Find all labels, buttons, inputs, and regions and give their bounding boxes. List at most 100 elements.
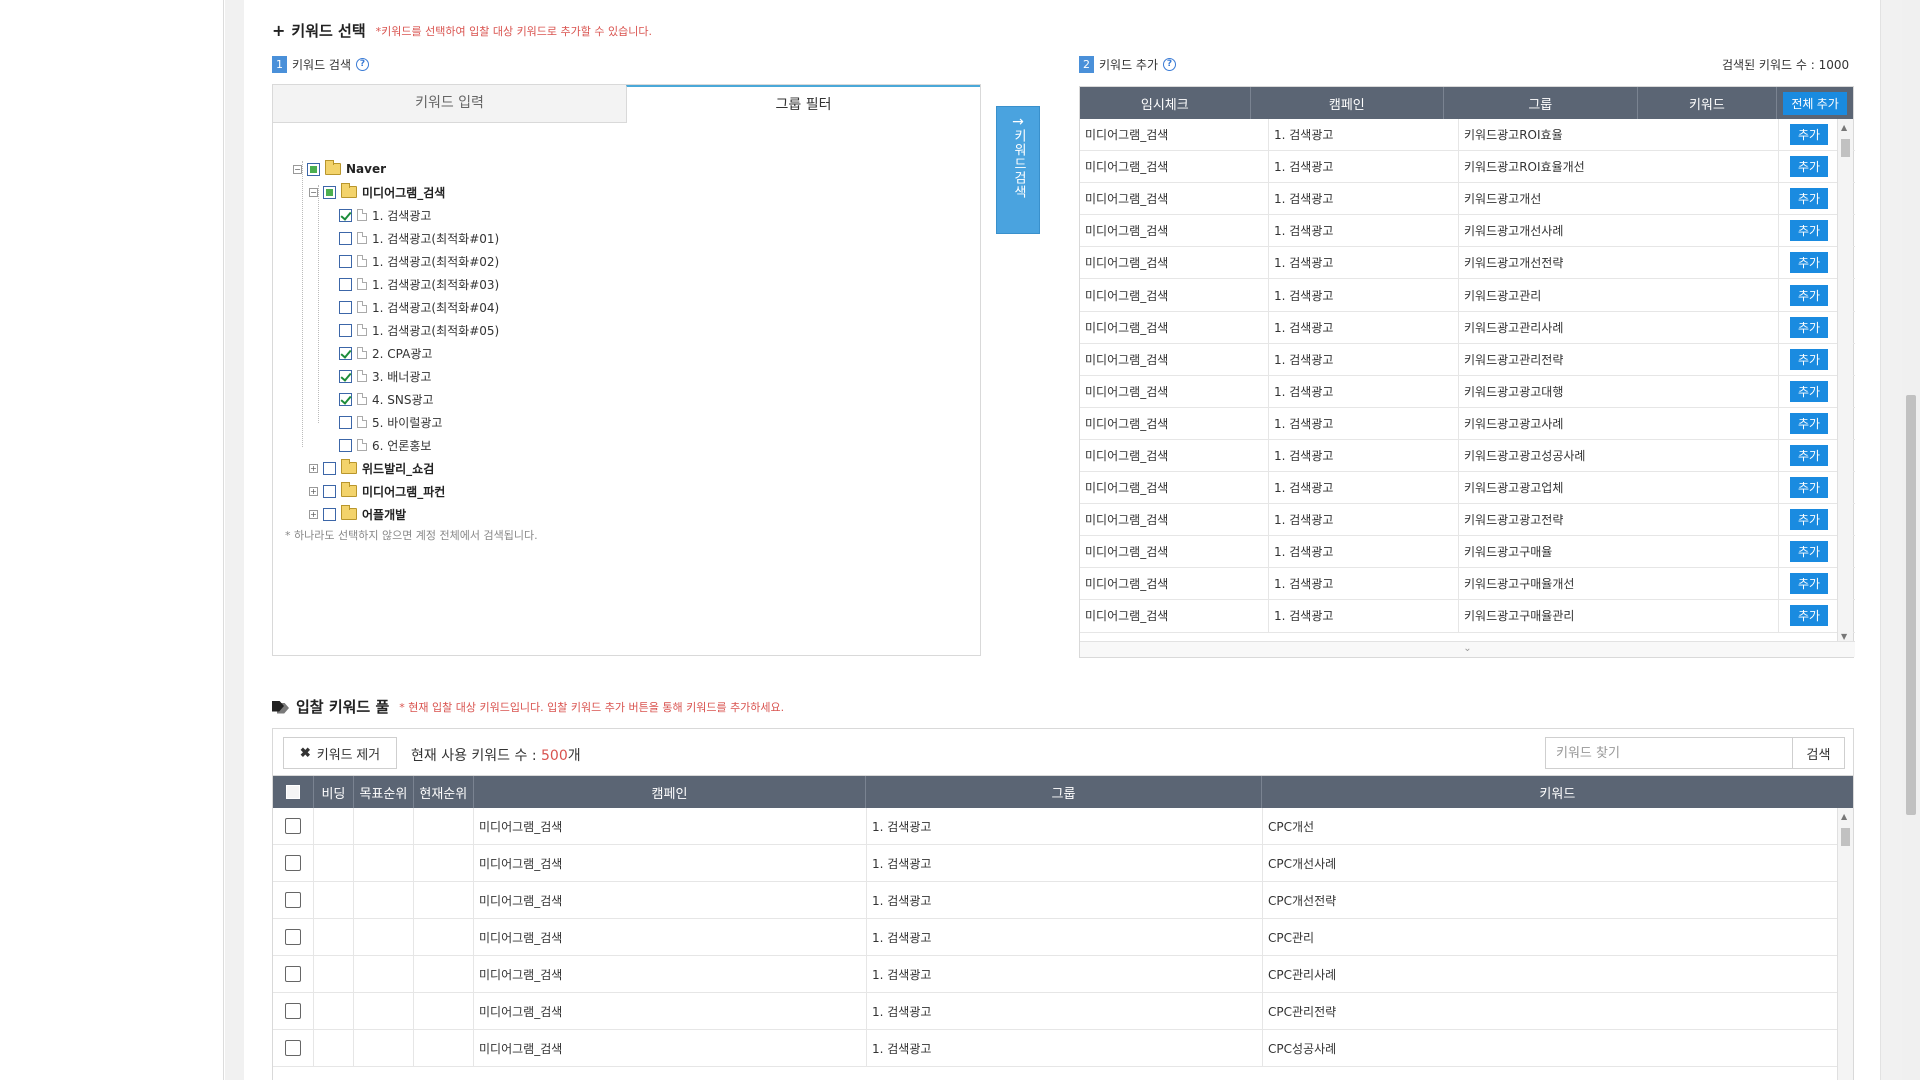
tree-checkbox[interactable] <box>323 185 336 199</box>
tree-node-group[interactable]: + 미디어그램_파컨 <box>309 481 445 501</box>
keyword-find-button[interactable]: 검색 <box>1793 737 1845 769</box>
add-button[interactable]: 추가 <box>1789 156 1829 178</box>
table-row: 미디어그램_검색 1. 검색광고 키워드광고관리 추가 <box>1080 279 1855 312</box>
tags-icon <box>272 700 290 714</box>
tree-checkbox[interactable] <box>323 507 336 521</box>
help-icon[interactable]: ? <box>356 58 370 71</box>
cell-target-rank <box>354 956 414 992</box>
add-button[interactable]: 추가 <box>1789 605 1829 627</box>
add-button[interactable]: 추가 <box>1789 316 1829 338</box>
cell-select <box>273 919 314 955</box>
tree-node-root[interactable]: − Naver <box>293 159 386 179</box>
tree-checkbox[interactable] <box>339 254 352 268</box>
cell-campaign: 미디어그램_검색 <box>1080 439 1269 472</box>
tree-checkbox[interactable] <box>339 231 352 245</box>
tree-checkbox[interactable] <box>339 438 352 452</box>
expand-icon[interactable]: + <box>309 463 318 473</box>
pool-scrollbar[interactable]: ▲ <box>1837 808 1853 1080</box>
add-button[interactable]: 추가 <box>1789 444 1829 466</box>
tree-checkbox[interactable] <box>339 369 352 383</box>
tree-checkbox[interactable] <box>339 346 352 360</box>
tree-node-label: 미디어그램_파컨 <box>362 484 446 499</box>
cell-current-rank <box>414 882 474 918</box>
tree-node-adgroup[interactable]: 4. SNS광고 <box>339 389 434 409</box>
scroll-down-icon[interactable]: ▼ <box>1841 632 1847 641</box>
add-button[interactable]: 추가 <box>1789 284 1829 306</box>
chevron-down-icon[interactable]: ⌄ <box>1080 641 1855 657</box>
tree-node-adgroup[interactable]: 6. 언론홍보 <box>339 435 431 455</box>
tree-node-adgroup[interactable]: 1. 검색광고 <box>339 205 431 225</box>
tree-node-adgroup[interactable]: 1. 검색광고(최적화#02) <box>339 251 499 271</box>
tree-node-group[interactable]: − 미디어그램_검색 <box>309 182 445 202</box>
tree-checkbox[interactable] <box>339 208 352 222</box>
tree-node-adgroup[interactable]: 3. 배너광고 <box>339 366 431 386</box>
cell-keyword: CPC개선전략 <box>1268 893 1337 908</box>
expand-icon[interactable]: + <box>309 509 318 519</box>
all-add-button[interactable]: 전체 추가 <box>1783 91 1847 115</box>
row-checkbox[interactable] <box>285 1040 301 1056</box>
add-button[interactable]: 추가 <box>1789 188 1829 210</box>
add-button[interactable]: 추가 <box>1789 509 1829 531</box>
folder-icon <box>341 459 357 474</box>
add-button[interactable]: 추가 <box>1789 220 1829 242</box>
scroll-up-icon[interactable]: ▲ <box>1841 812 1847 821</box>
tree-checkbox[interactable] <box>339 415 352 429</box>
tree-node-adgroup[interactable]: 1. 검색광고(최적화#01) <box>339 228 499 248</box>
row-checkbox[interactable] <box>285 966 301 982</box>
keyword-find-input[interactable] <box>1545 737 1793 769</box>
page-scroll-thumb[interactable] <box>1906 395 1916 815</box>
tree-node-label: 5. 바이럴광고 <box>372 415 443 430</box>
add-button[interactable]: 추가 <box>1789 541 1829 563</box>
expand-icon[interactable]: + <box>309 486 318 496</box>
add-button[interactable]: 추가 <box>1789 380 1829 402</box>
tree-node-adgroup[interactable]: 1. 검색광고(최적화#05) <box>339 320 499 340</box>
row-checkbox[interactable] <box>285 818 301 834</box>
col-select-all <box>273 776 314 808</box>
keyword-result-scrollbar[interactable]: ▲ ▼ <box>1837 119 1853 643</box>
tree-node-adgroup[interactable]: 5. 바이럴광고 <box>339 412 442 432</box>
row-checkbox[interactable] <box>285 855 301 871</box>
scroll-thumb[interactable] <box>1841 139 1850 157</box>
page-scrollbar[interactable] <box>1902 0 1920 1080</box>
cell-add: 추가 <box>1779 279 1839 310</box>
cell-campaign: 미디어그램_검색 <box>474 956 867 992</box>
select-all-checkbox[interactable] <box>285 785 300 799</box>
add-button[interactable]: 추가 <box>1789 252 1829 274</box>
tree-node-adgroup[interactable]: 2. CPA광고 <box>339 343 432 363</box>
tree-checkbox[interactable] <box>339 323 352 337</box>
add-button[interactable]: 추가 <box>1789 348 1829 370</box>
tree-checkbox[interactable] <box>307 162 320 176</box>
tree-node-adgroup[interactable]: 1. 검색광고(최적화#04) <box>339 297 499 317</box>
cell-group: 1. 검색광고 <box>1269 407 1459 439</box>
help-icon[interactable]: ? <box>1163 58 1177 71</box>
tree-node-adgroup[interactable]: 1. 검색광고(최적화#03) <box>339 274 499 294</box>
document-icon <box>357 278 367 290</box>
add-button[interactable]: 추가 <box>1789 573 1829 595</box>
add-button[interactable]: 추가 <box>1789 412 1829 434</box>
tree-node-label: 6. 언론홍보 <box>372 438 432 453</box>
add-button[interactable]: 추가 <box>1789 124 1829 146</box>
remove-keyword-button[interactable]: ✖ 키워드 제거 <box>283 737 397 769</box>
tab-keyword-input[interactable]: 키워드 입력 <box>273 85 626 123</box>
tree-checkbox[interactable] <box>323 461 336 475</box>
tab-group-filter[interactable]: 그룹 필터 <box>626 85 980 123</box>
collapse-icon[interactable]: − <box>293 164 302 174</box>
row-checkbox[interactable] <box>285 1003 301 1019</box>
cell-current-rank <box>414 1030 474 1066</box>
tree-node-label: 1. 검색광고 <box>372 208 432 223</box>
tree-node-group[interactable]: + 위드발리_쇼검 <box>309 458 434 478</box>
cell-add: 추가 <box>1779 568 1839 599</box>
tree-checkbox[interactable] <box>323 484 336 498</box>
row-checkbox[interactable] <box>285 892 301 908</box>
tree-checkbox[interactable] <box>339 392 352 406</box>
keyword-result-body: 미디어그램_검색 1. 검색광고 키워드광고ROI효율 추가 미디어그램_검색 1. 검색… <box>1080 119 1855 639</box>
scroll-up-icon[interactable]: ▲ <box>1841 123 1847 132</box>
add-button[interactable]: 추가 <box>1789 477 1829 499</box>
tree-node-group[interactable]: + 어플개발 <box>309 504 406 524</box>
row-checkbox[interactable] <box>285 929 301 945</box>
scroll-thumb[interactable] <box>1841 828 1850 846</box>
tree-checkbox[interactable] <box>339 300 352 314</box>
collapse-icon[interactable]: − <box>309 187 318 197</box>
tree-checkbox[interactable] <box>339 277 352 291</box>
keyword-search-button[interactable]: → 키워드검색 <box>996 106 1040 234</box>
